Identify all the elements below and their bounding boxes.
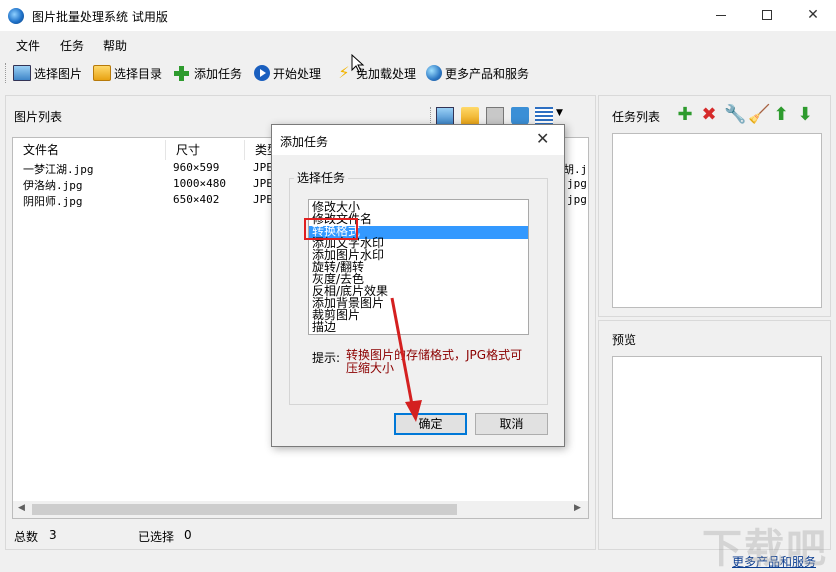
arrow-head — [405, 400, 422, 422]
arrow-line — [390, 297, 415, 411]
annotation-arrow — [390, 297, 422, 422]
